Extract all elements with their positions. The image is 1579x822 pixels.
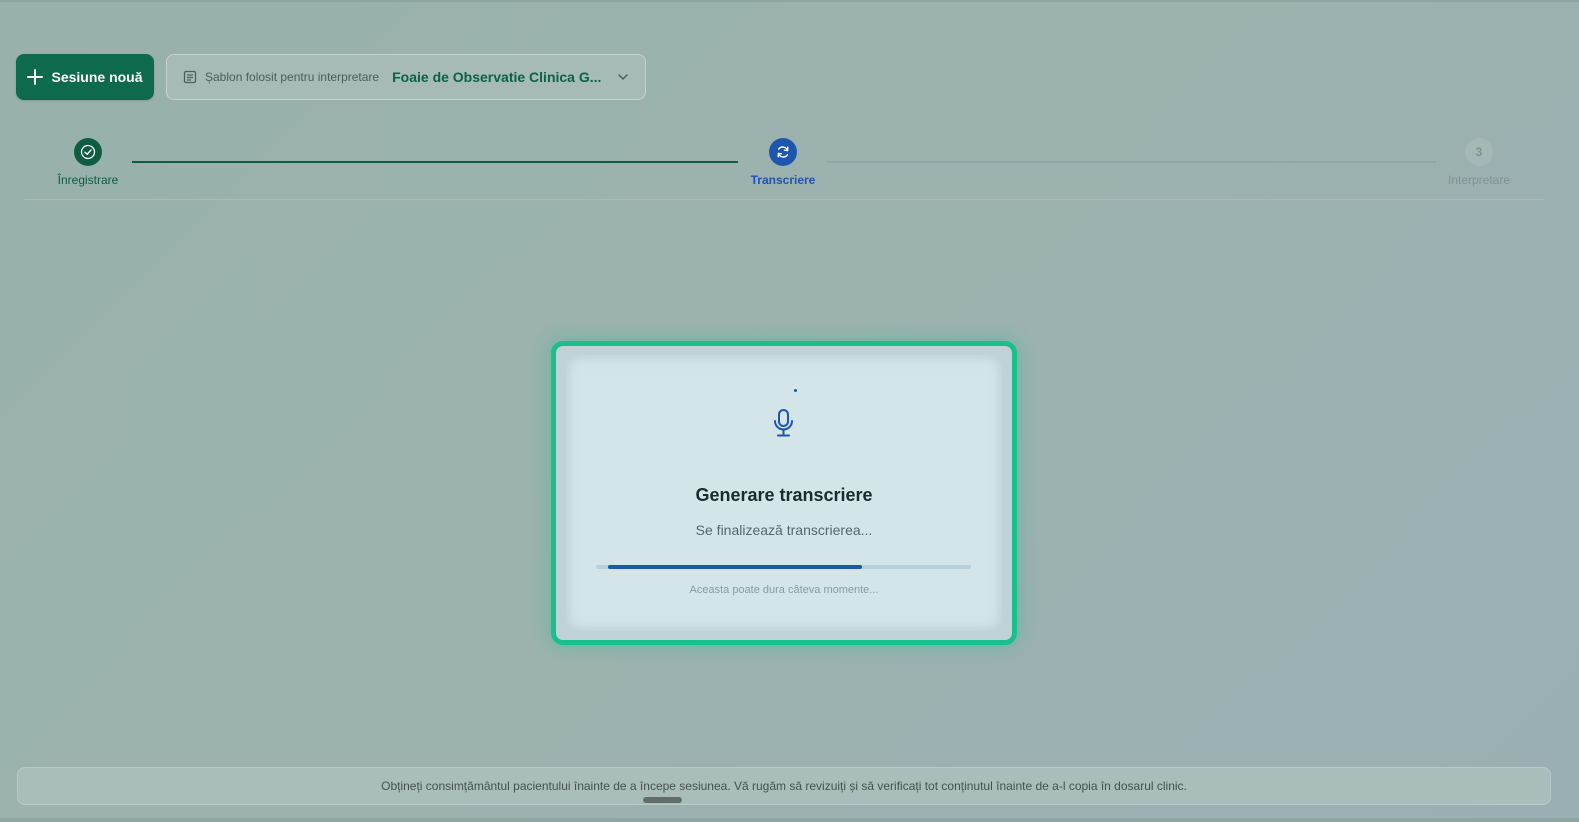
dialog-hint: Aceasta poate dura câteva momente...: [689, 584, 879, 596]
refresh-icon: [777, 146, 789, 158]
dialog-subtitle: Se finalizează transcrierea...: [695, 522, 873, 538]
scroll-handle[interactable]: [643, 797, 682, 803]
top-edge: [0, 0, 1579, 2]
header-divider: [24, 199, 1544, 200]
bottom-edge: [0, 818, 1579, 822]
dialog-title: Generare transcriere: [695, 485, 873, 505]
progress-fill: [608, 565, 862, 569]
step-interpretation-indicator[interactable]: 3: [1465, 138, 1493, 166]
loading-spinner-icon: [794, 389, 797, 392]
stepper-connector-1: [132, 161, 738, 163]
step-recording-indicator[interactable]: [74, 138, 102, 166]
chevron-down-icon: [618, 74, 628, 80]
consent-notice: Obțineți consimțământul pacientului înai…: [17, 767, 1551, 805]
step-label-transcription: Transcriere: [750, 173, 816, 187]
microphone-icon: [774, 409, 793, 437]
step-transcription-indicator[interactable]: [769, 138, 797, 166]
new-session-button[interactable]: Sesiune nouă: [16, 54, 154, 100]
stepper-connector-2: [827, 161, 1436, 163]
step-label-interpretation: Interpretare: [1447, 173, 1511, 187]
new-session-label: Sesiune nouă: [51, 69, 143, 85]
template-label: Șablon folosit pentru interpretare: [205, 70, 380, 84]
check-circle-icon: [80, 144, 96, 160]
document-icon: [183, 70, 197, 84]
consent-notice-text: Obțineți consimțământul pacientului înai…: [381, 779, 1187, 793]
transcription-progress-bar: [596, 565, 971, 569]
plus-icon: [27, 69, 44, 85]
template-select[interactable]: Șablon folosit pentru interpretare Foaie…: [166, 54, 646, 100]
template-value: Foaie de Observatie Clinica G...: [392, 69, 602, 85]
step-number: 3: [1475, 145, 1483, 159]
step-label-recording: Înregistrare: [57, 173, 119, 187]
